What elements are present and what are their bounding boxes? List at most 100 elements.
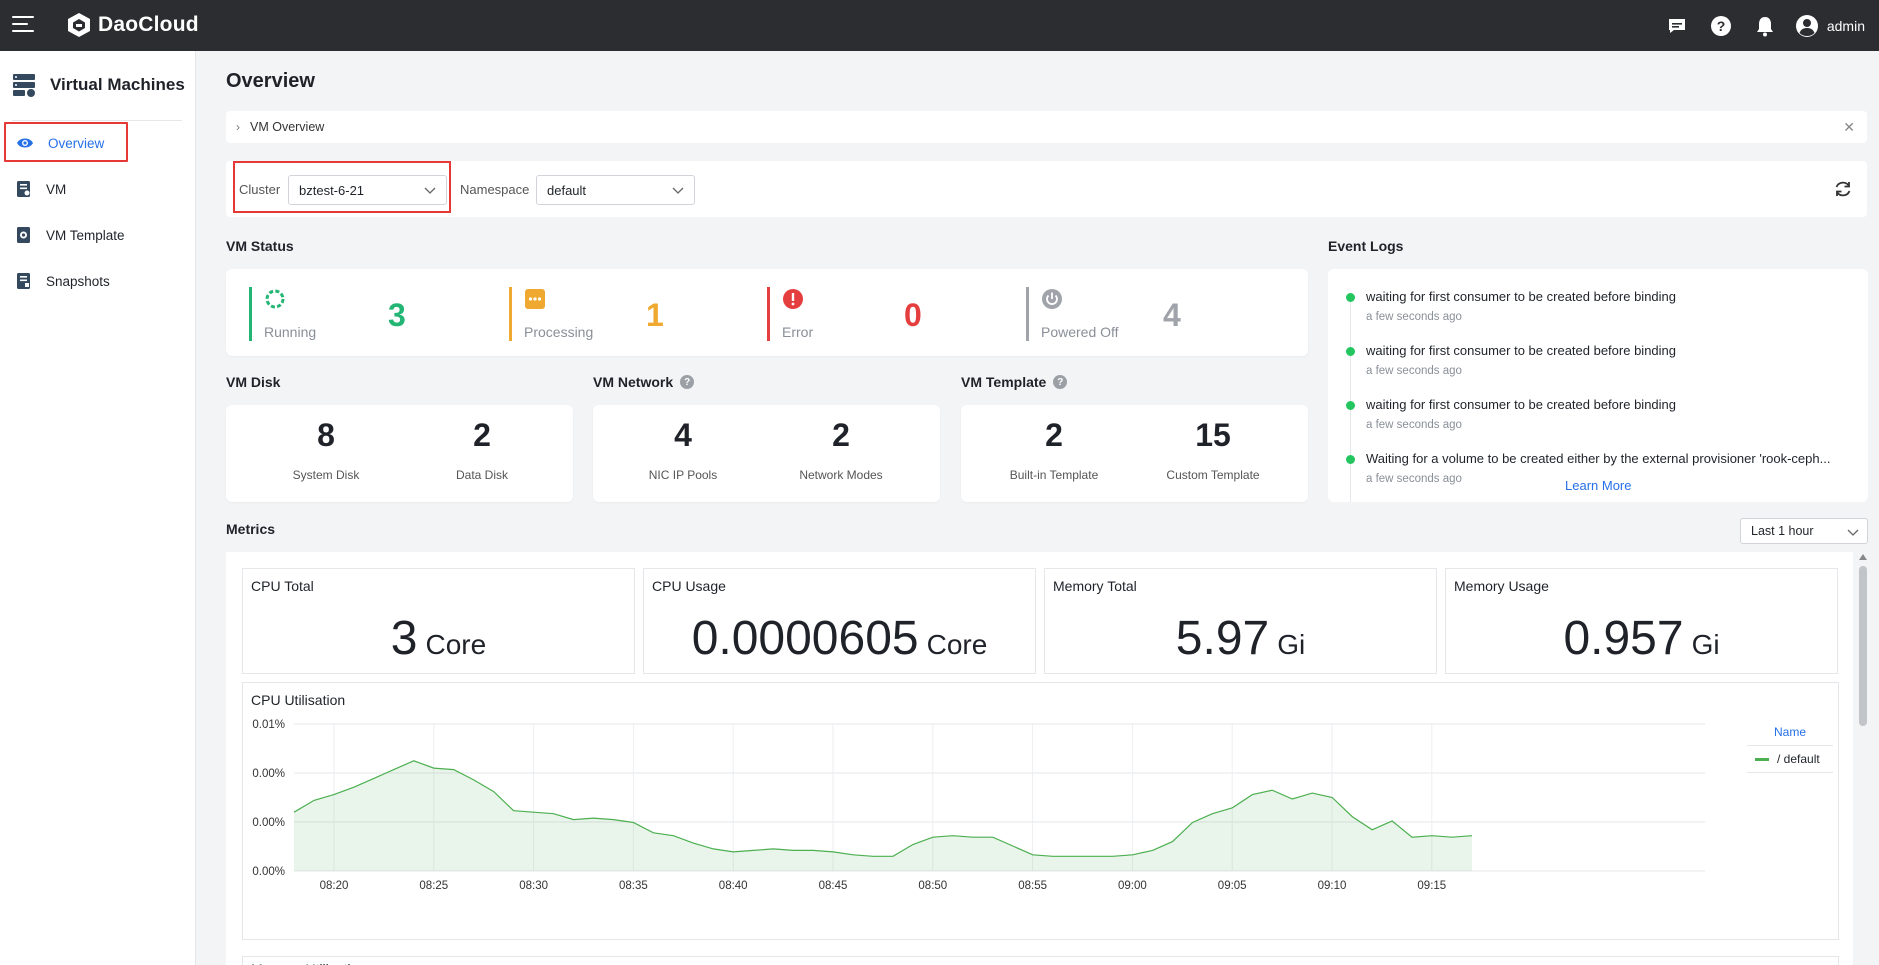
timeline-line (1350, 295, 1351, 502)
processing-icon (525, 289, 545, 309)
stat-value: 8 (317, 417, 335, 453)
virtual-machines-icon (13, 74, 35, 97)
section-label: VM Disk (226, 374, 281, 390)
status-label: Processing (524, 324, 594, 340)
vm-disk-card: 8 System Disk 2 Data Disk (226, 405, 573, 502)
sidebar-item-label: VM Template (46, 227, 125, 243)
event-text: waiting for first consumer to be created… (1366, 343, 1677, 358)
system-disk-stat[interactable]: 8 System Disk (266, 417, 386, 482)
vm-overview-banner[interactable]: › VM Overview ✕ (226, 111, 1867, 143)
metric-card-memory-usage: Memory Usage 0.957 Gi (1445, 568, 1838, 674)
x-tick-label: 08:20 (320, 880, 349, 892)
filter-bar: Cluster bztest-6-21 Namespace default (226, 161, 1867, 217)
sidebar: Virtual Machines Overview VM VM Template… (0, 51, 196, 965)
metric-value: 0.0000605 (691, 612, 919, 665)
status-value: 1 (646, 297, 664, 333)
y-tick-label: 0.00% (252, 866, 285, 878)
namespace-value: default (547, 182, 587, 198)
help-icon[interactable]: ? (1709, 14, 1733, 38)
custom-template-stat[interactable]: 15 Custom Template (1153, 417, 1273, 482)
event-logs-title: Event Logs (1328, 238, 1403, 254)
sidebar-item-label: Snapshots (46, 273, 110, 289)
x-tick-label: 08:30 (519, 880, 548, 892)
network-modes-stat[interactable]: 2 Network Modes (781, 417, 901, 482)
learn-more-link[interactable]: Learn More (1565, 478, 1631, 493)
template-icon (17, 227, 30, 243)
close-icon[interactable]: ✕ (1843, 119, 1855, 136)
refresh-icon[interactable] (1833, 179, 1853, 199)
scroll-up-icon[interactable] (1859, 554, 1867, 560)
status-value: 3 (388, 297, 406, 333)
vm-status-card: 3 Running 1 Processing 0 Error 4 Powered… (226, 269, 1308, 356)
metric-title: CPU Total (251, 578, 314, 594)
namespace-select[interactable]: default (536, 175, 695, 205)
sidebar-header: Virtual Machines (12, 73, 185, 97)
cpu-utilisation-chart: 0.01% 0.00% 0.00% 0.00% 08:20 08:25 08:30 08:35… (252, 719, 1705, 892)
status-running[interactable]: 3 Running (249, 287, 406, 341)
time-range-select[interactable]: Last 1 hour (1740, 518, 1868, 544)
stat-value: 2 (473, 417, 491, 453)
error-icon (783, 289, 803, 309)
section-label: VM Template (961, 374, 1047, 390)
metric-value: 0.957 (1563, 612, 1684, 665)
status-label: Error (782, 324, 814, 340)
event-dot-icon (1346, 401, 1355, 410)
scrollbar[interactable] (1857, 552, 1869, 965)
stat-value: 4 (674, 417, 692, 453)
event-dot-icon (1346, 347, 1355, 356)
data-disk-stat[interactable]: 2 Data Disk (422, 417, 542, 482)
metric-value: 5.97 (1175, 612, 1270, 665)
svg-text:?: ? (1717, 18, 1726, 34)
metric-card-cpu-total: CPU Total 3 Core (242, 568, 635, 674)
section-label: Metrics (226, 521, 276, 537)
bell-icon[interactable] (1753, 14, 1777, 38)
sidebar-title: Virtual Machines (50, 75, 185, 94)
sidebar-item-vm-template[interactable]: VM Template (12, 217, 184, 253)
menu-icon[interactable] (12, 16, 34, 34)
running-icon (265, 289, 285, 309)
event-dot-icon (1346, 293, 1355, 302)
status-label: Running (264, 324, 317, 340)
sidebar-item-snapshots[interactable]: Snapshots (12, 263, 184, 299)
nic-ip-pools-stat[interactable]: 4 NIC IP Pools (623, 417, 743, 482)
stat-label: Custom Template (1166, 468, 1260, 482)
stat-value: 15 (1195, 417, 1231, 453)
series-area (294, 760, 1472, 871)
power-icon (1042, 289, 1062, 309)
chevron-down-icon (1847, 529, 1859, 536)
status-powered-off[interactable]: 4 Powered Off (1026, 287, 1181, 341)
y-tick-label: 0.00% (252, 768, 285, 780)
event-time: a few seconds ago (1366, 311, 1462, 323)
metric-title: Memory Total (1053, 578, 1137, 594)
page-title: Overview (226, 70, 315, 92)
event-time: a few seconds ago (1366, 419, 1462, 431)
metric-unit: Gi (1691, 629, 1720, 660)
scrollbar-thumb[interactable] (1859, 566, 1867, 726)
stat-label: Built-in Template (1009, 468, 1099, 482)
x-tick-label: 09:15 (1417, 880, 1446, 892)
event-time: a few seconds ago (1366, 365, 1462, 377)
user-menu[interactable]: admin (1795, 14, 1865, 38)
message-icon[interactable] (1665, 14, 1689, 38)
built-in-template-stat[interactable]: 2 Built-in Template (994, 417, 1114, 482)
section-label: Event Logs (1328, 238, 1404, 254)
status-value: 4 (1163, 297, 1181, 333)
chevron-down-icon (672, 187, 684, 194)
vm-template-title: VM Template? (961, 374, 1068, 390)
cluster-highlight-box (233, 161, 451, 213)
help-icon[interactable]: ? (680, 375, 695, 389)
avatar-icon (1795, 14, 1818, 37)
status-error[interactable]: 0 Error (767, 287, 922, 341)
metric-unit: Core (425, 629, 487, 660)
brand-logo[interactable]: DaoCloud (66, 12, 199, 38)
sidebar-item-vm[interactable]: VM (12, 171, 184, 207)
status-processing[interactable]: 1 Processing (509, 287, 664, 341)
help-icon[interactable]: ? (1053, 375, 1068, 389)
stat-value: 2 (832, 417, 850, 453)
sidebar-divider (12, 120, 182, 121)
chart-legend: Name / default (1747, 725, 1833, 773)
legend-item[interactable]: / default (1747, 746, 1833, 773)
overview-highlight-box (4, 122, 128, 162)
chevron-right-icon[interactable]: › (236, 120, 240, 134)
namespace-label: Namespace (460, 182, 530, 197)
